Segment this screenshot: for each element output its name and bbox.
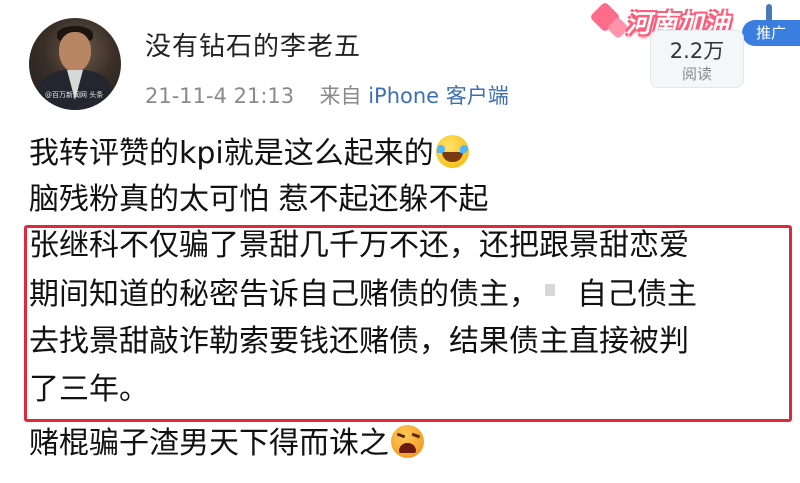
post-text-line-3: 张继科不仅骗了景甜几千万不还，还把跟景甜恋爱 [29, 228, 689, 263]
redacted-mark [545, 284, 555, 296]
username[interactable]: 没有钻石的李老五 [145, 26, 361, 63]
ad-tag-button[interactable]: 推广 [742, 20, 800, 46]
post-text-line-5: 去找景甜敲诈勒索要钱还赌债，结果债主直接被判 [29, 324, 689, 359]
post-text-line-6: 了三年。 [29, 372, 149, 407]
avatar-face [59, 32, 91, 72]
angry-icon [391, 425, 424, 458]
post-timestamp: 21-11-4 21:13 [145, 84, 295, 108]
post-text-4b: 自己债主 [577, 277, 697, 312]
post-text-4a: 期间知道的秘密告诉自己赌债的债主， [29, 277, 539, 312]
post-text-line-1: 我转评赞的kpi就是这么起来的 [29, 134, 469, 174]
user-avatar[interactable]: @百万新闻网 头条 [29, 18, 121, 110]
post-text-1: 我转评赞的kpi就是这么起来的 [29, 136, 434, 171]
post-text-7: 赌棍骗子渣男天下得而诛之 [29, 426, 389, 461]
post-source-prefix: 来自 [319, 84, 369, 108]
post-text-line-2: 脑残粉真的太可怕 惹不起还躲不起 [29, 182, 489, 217]
post-meta: 21-11-4 21:13 来自 iPhone 客户端 [145, 80, 509, 110]
laughing-crying-icon [435, 135, 469, 168]
avatar-watermark: @百万新闻网 头条 [45, 91, 104, 99]
read-count-box: 2.2万 阅读 [650, 30, 744, 88]
post-text-line-4: 期间知道的秘密告诉自己赌债的债主， 自己债主 [29, 275, 697, 315]
read-label: 阅读 [681, 65, 712, 83]
post-text-line-7: 赌棍骗子渣男天下得而诛之 [29, 424, 424, 464]
read-count: 2.2万 [669, 39, 725, 63]
post-source-link[interactable]: iPhone 客户端 [368, 84, 509, 108]
